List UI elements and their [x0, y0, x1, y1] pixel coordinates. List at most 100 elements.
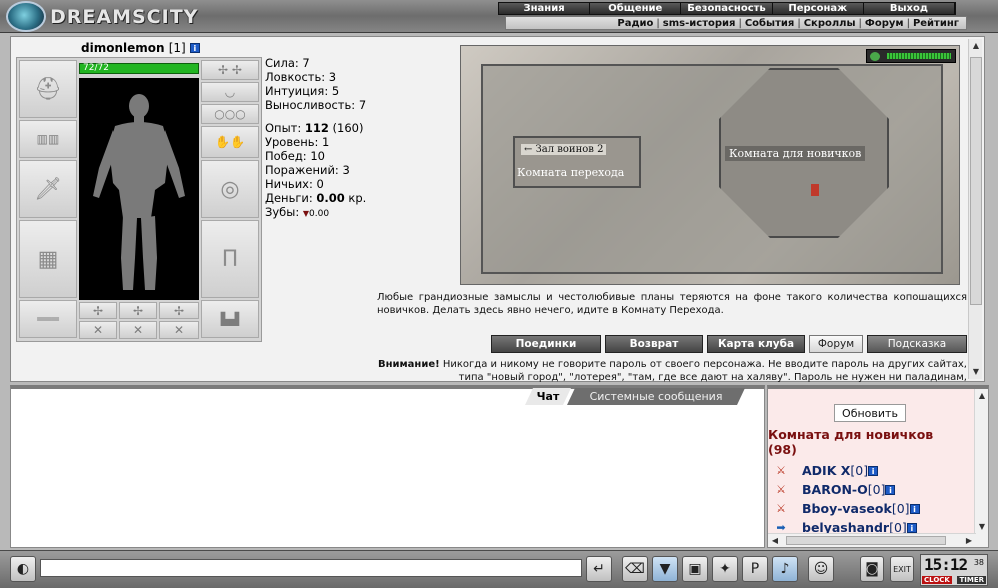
submenu-sms-history[interactable]: sms-история	[660, 18, 739, 29]
smiley-icon[interactable]: ☺	[808, 556, 834, 582]
refresh-button[interactable]: Обновить	[834, 404, 906, 422]
gloves-slot[interactable]: ✋✋	[201, 126, 259, 158]
submenu-rating[interactable]: Рейтинг	[910, 18, 962, 29]
warning-title: Внимание!	[377, 359, 440, 370]
tab-chat[interactable]: Чат	[525, 388, 571, 405]
helmet-icon: ⛑	[34, 76, 62, 102]
hint-button[interactable]: Подсказка	[867, 335, 967, 353]
info-icon[interactable]: i	[868, 465, 879, 476]
bracers-slot[interactable]: ▥▥	[19, 120, 77, 158]
user-level: [0]	[850, 463, 869, 478]
eraser-icon[interactable]: ⌫	[622, 556, 648, 582]
speaker-icon[interactable]: ◐	[10, 556, 36, 582]
weapon-slot[interactable]: 🗡	[19, 160, 77, 218]
rune-icon: ✢	[132, 303, 144, 318]
belt-slot[interactable]: ═══	[19, 300, 77, 338]
menu-security[interactable]: Безопасность	[681, 3, 773, 14]
users-scrollbar[interactable]: ▲ ▼	[974, 389, 988, 547]
stat-endurance: Выносливость: 7	[265, 98, 367, 112]
helmet-slot[interactable]: ⛑	[19, 60, 77, 118]
rune-slot-3[interactable]: ✢	[159, 302, 199, 319]
user-name[interactable]: Bboy-vaseok	[802, 501, 892, 516]
room-count: (98)	[768, 442, 797, 457]
scroll-slot-3[interactable]: ✕	[159, 321, 199, 339]
exit-icon[interactable]: EXIT	[890, 556, 914, 582]
refresh-icon[interactable]	[870, 52, 880, 61]
submenu-scrolls[interactable]: Скроллы	[801, 18, 859, 29]
logo-text: DREAMSCITY	[50, 5, 199, 28]
scroll-up-icon[interactable]: ▲	[969, 39, 983, 53]
exit-label-transfer[interactable]: Комната перехода	[517, 166, 624, 179]
scroll-up-icon[interactable]: ▲	[975, 389, 988, 403]
character-doll: ⛑ ▥▥ 🗡 ▦ ═══ 72/72 ✢ ✢ ◡ ○○○ ✋✋ ◎ Π ▙▟ ✢…	[16, 57, 262, 342]
clock-label[interactable]: CLOCK	[922, 576, 952, 584]
duels-button[interactable]: Поединки	[491, 335, 601, 353]
scroll-left-icon[interactable]: ◀	[768, 534, 782, 547]
private-icon[interactable]: P	[742, 556, 768, 582]
body-silhouette-icon	[93, 94, 185, 290]
logo-emblem	[6, 1, 46, 32]
nick[interactable]: dimonlemon	[81, 41, 165, 55]
boots-slot[interactable]: ▙▟	[201, 300, 259, 338]
bottom-toolbar: ◐ ↵ ⌫ ▼ ▣ ✦ P ♪ ☺ ◙ EXIT 15:12 38 CLOCK …	[0, 550, 998, 588]
armor-slot[interactable]: ▦	[19, 220, 77, 298]
scroll-down-icon[interactable]: ▼	[969, 365, 983, 379]
rings-slot[interactable]: ○○○	[201, 104, 259, 124]
legs-slot[interactable]: Π	[201, 220, 259, 298]
list-item[interactable]: ⚔ BARON-O [0] i	[770, 480, 970, 499]
clock-seconds: 38	[973, 558, 984, 567]
earrings-slot[interactable]: ✢ ✢	[201, 60, 259, 80]
scroll-slot-2[interactable]: ✕	[119, 321, 157, 339]
list-item[interactable]: ⚔ Bboy-vaseok [0] i	[770, 499, 970, 518]
menu-communication[interactable]: Общение	[590, 3, 682, 14]
info-icon[interactable]: i	[906, 522, 917, 533]
user-name[interactable]: BARON-O	[802, 482, 868, 497]
filter-icon[interactable]: ▼	[652, 556, 678, 582]
fight-icon[interactable]: ✦	[712, 556, 738, 582]
chat-input[interactable]	[40, 559, 582, 577]
clock-time: 15:12	[924, 555, 968, 574]
main-scrollbar[interactable]: ▲ ▼	[968, 39, 982, 379]
main-panel: dimonlemon [1] i ⛑ ▥▥ 🗡 ▦ ═══ 72/72 ✢ ✢ …	[10, 36, 985, 383]
boots-icon: ▙▟	[220, 312, 240, 326]
stat-losses: Поражений: 3	[265, 163, 350, 177]
rune-icon: ✢	[92, 303, 104, 318]
club-map-button[interactable]: Карта клуба	[707, 335, 805, 353]
scroll-down-icon[interactable]: ▼	[975, 520, 988, 534]
info-icon[interactable]: i	[885, 484, 896, 495]
return-button[interactable]: Возврат	[605, 335, 703, 353]
users-hscrollbar[interactable]: ◀ ▶	[768, 533, 976, 547]
submenu-radio[interactable]: Радио	[614, 18, 656, 29]
list-item[interactable]: ⚔ ADIK X [0] i	[770, 461, 970, 480]
scroll-right-icon[interactable]: ▶	[962, 534, 976, 547]
scroll-slot-1[interactable]: ✕	[79, 321, 117, 339]
forum-button[interactable]: Форум	[809, 335, 863, 353]
send-icon[interactable]: ↵	[586, 556, 612, 582]
submenu-events[interactable]: События	[742, 18, 797, 29]
chat-log[interactable]	[10, 385, 765, 548]
scroll-thumb[interactable]	[970, 57, 982, 305]
save-icon[interactable]: ▣	[682, 556, 708, 582]
info-icon[interactable]: i	[189, 43, 200, 53]
scroll-thumb[interactable]	[786, 536, 946, 545]
sword-icon: 🗡	[34, 176, 62, 202]
user-name[interactable]: ADIK X	[802, 463, 850, 478]
submenu-forum[interactable]: Форум	[862, 18, 907, 29]
rune-slot-1[interactable]: ✢	[79, 302, 117, 319]
menu-exit[interactable]: Выход	[863, 3, 956, 14]
tab-system-messages[interactable]: Системные сообщения	[567, 388, 745, 405]
gloves-icon: ✋✋	[215, 135, 245, 149]
info-icon[interactable]: i	[909, 503, 920, 514]
logo[interactable]: DREAMSCITY	[6, 1, 198, 32]
timer-label[interactable]: TIMER	[957, 576, 986, 584]
menu-knowledge[interactable]: Знания	[499, 3, 591, 14]
music-icon[interactable]: ♪	[772, 556, 798, 582]
rune-slot-2[interactable]: ✢	[119, 302, 157, 319]
bag-icon[interactable]: ◙	[860, 556, 884, 582]
exit-label-hall[interactable]: ← Зал воинов 2	[521, 144, 607, 155]
shield-slot[interactable]: ◎	[201, 160, 259, 218]
amulet-slot[interactable]: ◡	[201, 82, 259, 102]
menu-character[interactable]: Персонаж	[772, 3, 864, 14]
leggings-icon: Π	[221, 246, 239, 272]
